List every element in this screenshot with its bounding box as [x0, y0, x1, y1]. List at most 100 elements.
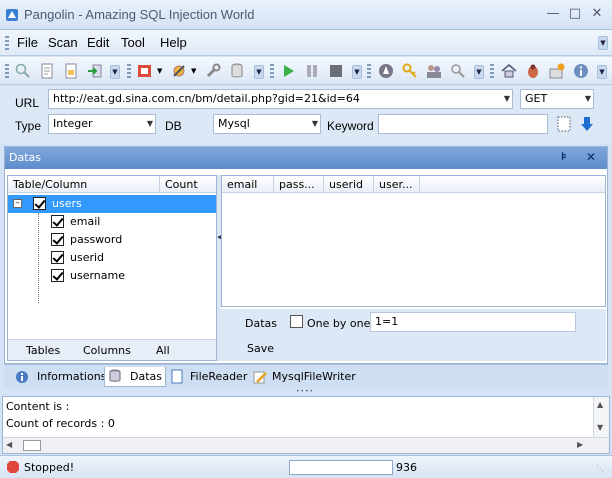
minimize-icon[interactable]: —: [542, 5, 564, 23]
toolbar-chevron-icon-3[interactable]: ▼: [352, 65, 362, 79]
menu-file[interactable]: File: [17, 35, 38, 50]
injection-icon[interactable]: [136, 62, 154, 80]
users-icon[interactable]: [425, 62, 443, 80]
toolbar-chevron-icon-5[interactable]: ▼: [597, 65, 607, 79]
db-select[interactable]: Mysql ▼: [213, 114, 321, 134]
vertical-scrollbar[interactable]: ▲ ▼: [593, 397, 609, 437]
play-icon[interactable]: [279, 62, 297, 80]
scroll-down-icon[interactable]: ▼: [597, 423, 603, 432]
window-title: Pangolin - Amazing SQL Injection World: [24, 7, 255, 22]
wrench-icon[interactable]: [204, 62, 222, 80]
url-value: http://eat.gd.sina.com.cn/bm/detail.php?…: [53, 92, 360, 105]
export-icon[interactable]: [86, 62, 104, 80]
userid-checkbox[interactable]: [51, 251, 64, 264]
splitter-grip-icon[interactable]: ••••: [296, 388, 314, 395]
tree-column-email[interactable]: email: [70, 213, 100, 231]
compass-icon[interactable]: [377, 62, 395, 80]
password-checkbox[interactable]: [51, 233, 64, 246]
star-icon[interactable]: [548, 62, 566, 80]
menu-help[interactable]: Help: [160, 35, 187, 50]
document-icon[interactable]: [38, 62, 56, 80]
method-dropdown-icon[interactable]: ▼: [585, 90, 591, 108]
tab-mysqlfilewriter-label: MysqlFileWriter: [272, 370, 356, 383]
stop-icon[interactable]: [327, 62, 345, 80]
tab-informations[interactable]: Informations: [12, 367, 106, 387]
save-button[interactable]: Save: [247, 342, 274, 355]
maximize-icon[interactable]: □: [564, 5, 586, 23]
dotted-box-icon[interactable]: [556, 115, 572, 133]
url-input[interactable]: http://eat.gd.sina.com.cn/bm/detail.php?…: [48, 89, 513, 109]
horizontal-scrollbar[interactable]: ◀ ▶: [3, 437, 609, 453]
condition-input[interactable]: 1=1: [370, 312, 576, 332]
tree-collapse-icon[interactable]: –: [13, 199, 22, 208]
tree-header-table-column[interactable]: Table/Column: [8, 176, 160, 193]
menu-overflow-chevron-icon[interactable]: ▼: [598, 36, 608, 50]
users-checkbox[interactable]: [33, 197, 46, 210]
output-panel: Content is : Count of records : 0 ◀ ▶ ▲ …: [2, 396, 610, 454]
db-label: DB: [165, 119, 182, 133]
grid-header-password[interactable]: pass...: [274, 176, 324, 193]
all-button[interactable]: All: [156, 344, 170, 357]
scroll-up-icon[interactable]: ▲: [597, 400, 603, 409]
toolbar-grip-5: [490, 64, 494, 78]
tree-header-count[interactable]: Count: [160, 176, 216, 193]
key-icon[interactable]: [401, 62, 419, 80]
settings-icon[interactable]: [170, 62, 188, 80]
grid-options: Datas One by one 1=1 Save: [221, 309, 606, 361]
menu-grip[interactable]: [5, 36, 9, 50]
tree-connector: [38, 213, 39, 303]
toolbar-chevron-icon-2[interactable]: ▼: [254, 65, 264, 79]
menu-tool[interactable]: Tool: [121, 35, 145, 50]
type-value: Integer: [53, 117, 93, 130]
scroll-left-icon[interactable]: ◀: [6, 440, 12, 449]
keyword-input[interactable]: [378, 114, 548, 134]
url-label: URL: [15, 96, 40, 110]
pause-icon[interactable]: [303, 62, 321, 80]
tree-column-username[interactable]: username: [70, 267, 125, 285]
grid-header-email[interactable]: email: [222, 176, 274, 193]
info-icon[interactable]: [572, 62, 590, 80]
download-arrow-icon[interactable]: [580, 115, 594, 133]
tree-column-password[interactable]: password: [70, 231, 122, 249]
panel-close-icon[interactable]: ✕: [586, 150, 596, 164]
scroll-right-icon[interactable]: ▶: [577, 440, 583, 449]
username-checkbox[interactable]: [51, 269, 64, 282]
tab-datas[interactable]: Datas: [104, 367, 166, 387]
open-document-icon[interactable]: [62, 62, 80, 80]
menu-scan[interactable]: Scan: [48, 35, 78, 50]
email-checkbox[interactable]: [51, 215, 64, 228]
search-icon[interactable]: [14, 62, 32, 80]
type-select[interactable]: Integer ▼: [48, 114, 156, 134]
toolbar-chevron-icon[interactable]: ▼: [110, 65, 120, 79]
db-dropdown-icon[interactable]: ▼: [312, 115, 318, 133]
bug-icon[interactable]: [524, 62, 542, 80]
settings-dropdown-icon[interactable]: ▼: [191, 67, 196, 75]
method-select[interactable]: GET ▼: [520, 89, 594, 109]
app-icon: [6, 9, 18, 21]
type-dropdown-icon[interactable]: ▼: [147, 115, 153, 133]
horizontal-splitter[interactable]: ••••: [0, 388, 612, 396]
grid-header-userid[interactable]: userid: [324, 176, 374, 193]
close-icon[interactable]: ✕: [586, 5, 608, 23]
tab-filereader[interactable]: FileReader: [168, 367, 248, 387]
data-grid: email pass... userid user...: [221, 175, 606, 307]
injection-dropdown-icon[interactable]: ▼: [157, 67, 162, 75]
method-value: GET: [525, 92, 548, 105]
grid-header-username[interactable]: user...: [374, 176, 420, 193]
home-icon[interactable]: [500, 62, 518, 80]
grid-header-filler: [420, 176, 605, 193]
database-icon[interactable]: [228, 62, 246, 80]
menu-edit[interactable]: Edit: [87, 35, 109, 50]
scroll-thumb[interactable]: [23, 440, 41, 451]
file-icon: [171, 369, 183, 384]
tables-button[interactable]: Tables: [26, 344, 60, 357]
resize-grip-icon[interactable]: ⋱: [596, 464, 604, 473]
tab-mysqlfilewriter[interactable]: MysqlFileWriter: [250, 367, 360, 387]
magnifier-icon[interactable]: [449, 62, 467, 80]
tree-column-userid[interactable]: userid: [70, 249, 104, 267]
toolbar-chevron-icon-4[interactable]: ▼: [474, 65, 484, 79]
one-by-one-checkbox[interactable]: [290, 315, 303, 328]
columns-button[interactable]: Columns: [83, 344, 131, 357]
pin-icon[interactable]: ⊧: [561, 150, 567, 163]
url-dropdown-icon[interactable]: ▼: [504, 90, 510, 108]
